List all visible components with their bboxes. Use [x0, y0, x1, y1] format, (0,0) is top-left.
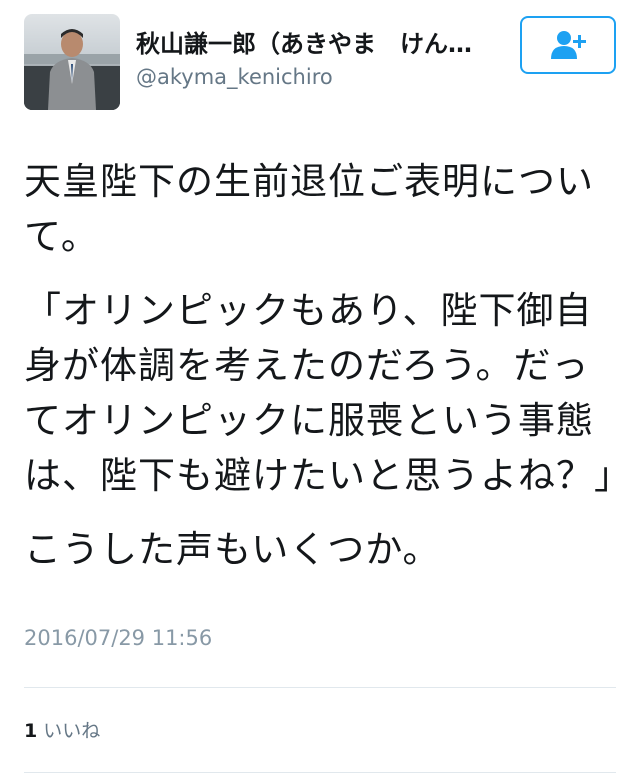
- tweet-paragraph: こうした声もいくつか。: [24, 528, 441, 571]
- tweet-text: 天皇陛下の生前退位ご表明について。 「オリンピックもあり、陛下御自身が体調を考え…: [24, 154, 632, 596]
- avatar[interactable]: [24, 14, 120, 110]
- user-names: 秋山謙一郎（あきやま けん… @akyma_kenichiro: [136, 28, 506, 92]
- likes-label: いいね: [43, 720, 101, 742]
- screen-name[interactable]: @akyma_kenichiro: [136, 62, 506, 92]
- likes-count: 1: [24, 720, 38, 742]
- tweet-timestamp[interactable]: 2016/07/29 11:56: [24, 626, 212, 650]
- profile-photo-icon: [24, 29, 120, 110]
- display-name[interactable]: 秋山謙一郎（あきやま けん…: [136, 28, 506, 60]
- divider: [24, 772, 616, 773]
- add-user-icon: [551, 31, 586, 59]
- divider: [24, 687, 616, 688]
- tweet-paragraph: 「オリンピックもあり、陛下御自身が体調を考えたのだろう。だってオリンピックに服喪…: [24, 289, 632, 497]
- tweet-paragraph: 天皇陛下の生前退位ご表明について。: [24, 160, 594, 258]
- likes-stat[interactable]: 1 いいね: [24, 716, 100, 743]
- tweet-header: 秋山謙一郎（あきやま けん… @akyma_kenichiro: [24, 14, 620, 114]
- follow-button[interactable]: [520, 16, 616, 74]
